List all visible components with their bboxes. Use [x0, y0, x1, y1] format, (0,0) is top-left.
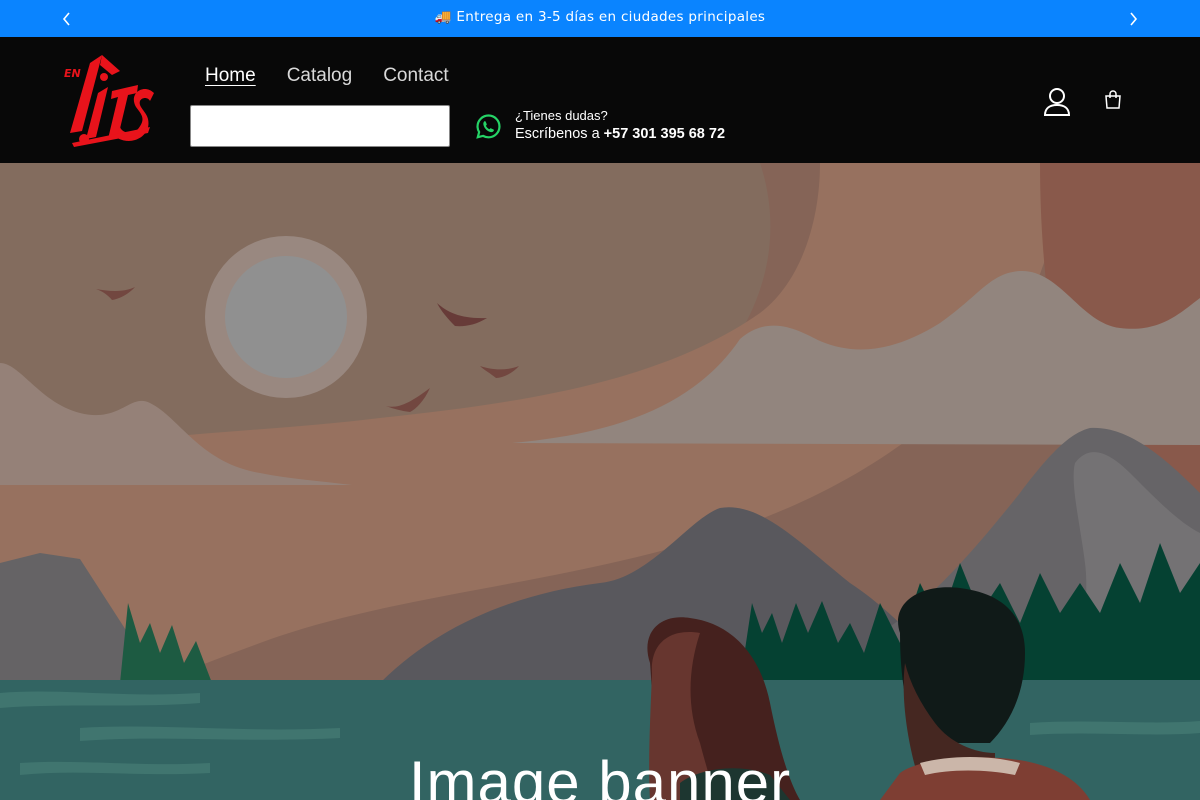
- banner-title: Image banner: [408, 749, 792, 800]
- announcement-next-button[interactable]: [1113, 0, 1153, 37]
- banner-illustration: [0, 163, 1200, 800]
- whatsapp-line: Escríbenos a +57 301 395 68 72: [515, 124, 725, 144]
- nav-catalog[interactable]: Catalog: [287, 65, 353, 87]
- announcement-bar: 🚚 Entrega en 3-5 días en ciudades princi…: [0, 0, 1200, 37]
- whatsapp-contact[interactable]: ¿Tienes dudas? Escríbenos a +57 301 395 …: [515, 107, 725, 144]
- search-input[interactable]: [190, 105, 450, 147]
- svg-text:EN: EN: [64, 67, 81, 80]
- whatsapp-prefix: Escríbenos a: [515, 126, 604, 142]
- whatsapp-question: ¿Tienes dudas?: [515, 108, 608, 123]
- site-header: EN Home Catalog Contact ¿Tienes dudas? E…: [0, 37, 1200, 163]
- cart-icon[interactable]: [1100, 87, 1126, 113]
- image-banner: Image banner: [0, 163, 1200, 800]
- store-logo[interactable]: EN: [60, 53, 160, 149]
- chevron-right-icon: [1130, 11, 1138, 26]
- announcement-message: 🚚 Entrega en 3-5 días en ciudades princi…: [434, 9, 766, 25]
- main-nav: Home Catalog Contact: [205, 65, 449, 87]
- logo-mark: EN: [64, 55, 154, 147]
- nav-home[interactable]: Home: [205, 65, 256, 87]
- account-icon[interactable]: [1040, 85, 1074, 119]
- whatsapp-icon[interactable]: [475, 113, 502, 140]
- whatsapp-phone: +57 301 395 68 72: [603, 126, 726, 142]
- nav-contact[interactable]: Contact: [383, 65, 448, 87]
